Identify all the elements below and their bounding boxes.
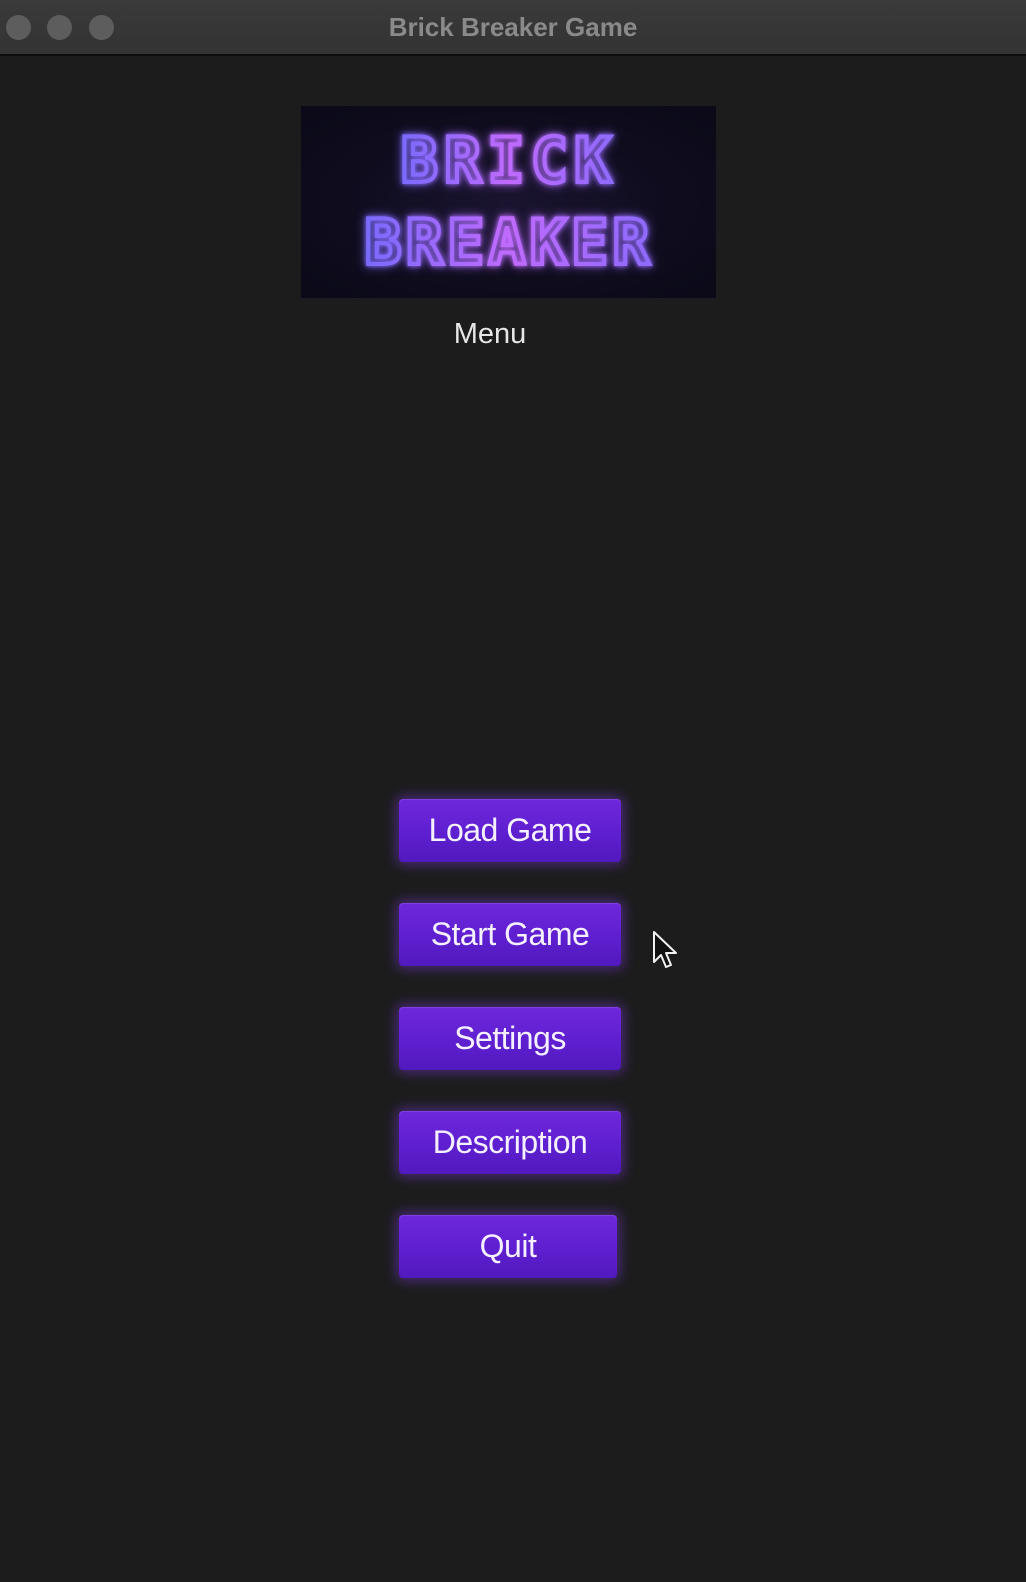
- logo-line-brick: BRICK: [401, 124, 618, 197]
- logo-line-breaker: BREAKER: [364, 206, 653, 279]
- start-game-button[interactable]: Start Game: [399, 903, 621, 966]
- game-window: Brick Breaker Game BRICK BREAKER Menu Lo…: [0, 0, 1026, 1582]
- brick-breaker-logo: BRICK BREAKER: [301, 106, 716, 298]
- menu-heading: Menu: [453, 318, 527, 350]
- quit-button[interactable]: Quit: [399, 1215, 617, 1278]
- title-bar[interactable]: Brick Breaker Game: [0, 0, 1026, 56]
- main-menu: Load Game Start Game Settings Descriptio…: [399, 799, 623, 1319]
- mouse-pointer-icon: [653, 931, 677, 968]
- load-game-button[interactable]: Load Game: [399, 799, 621, 862]
- settings-button[interactable]: Settings: [399, 1007, 621, 1070]
- description-button[interactable]: Description: [399, 1111, 621, 1174]
- window-title: Brick Breaker Game: [388, 12, 638, 42]
